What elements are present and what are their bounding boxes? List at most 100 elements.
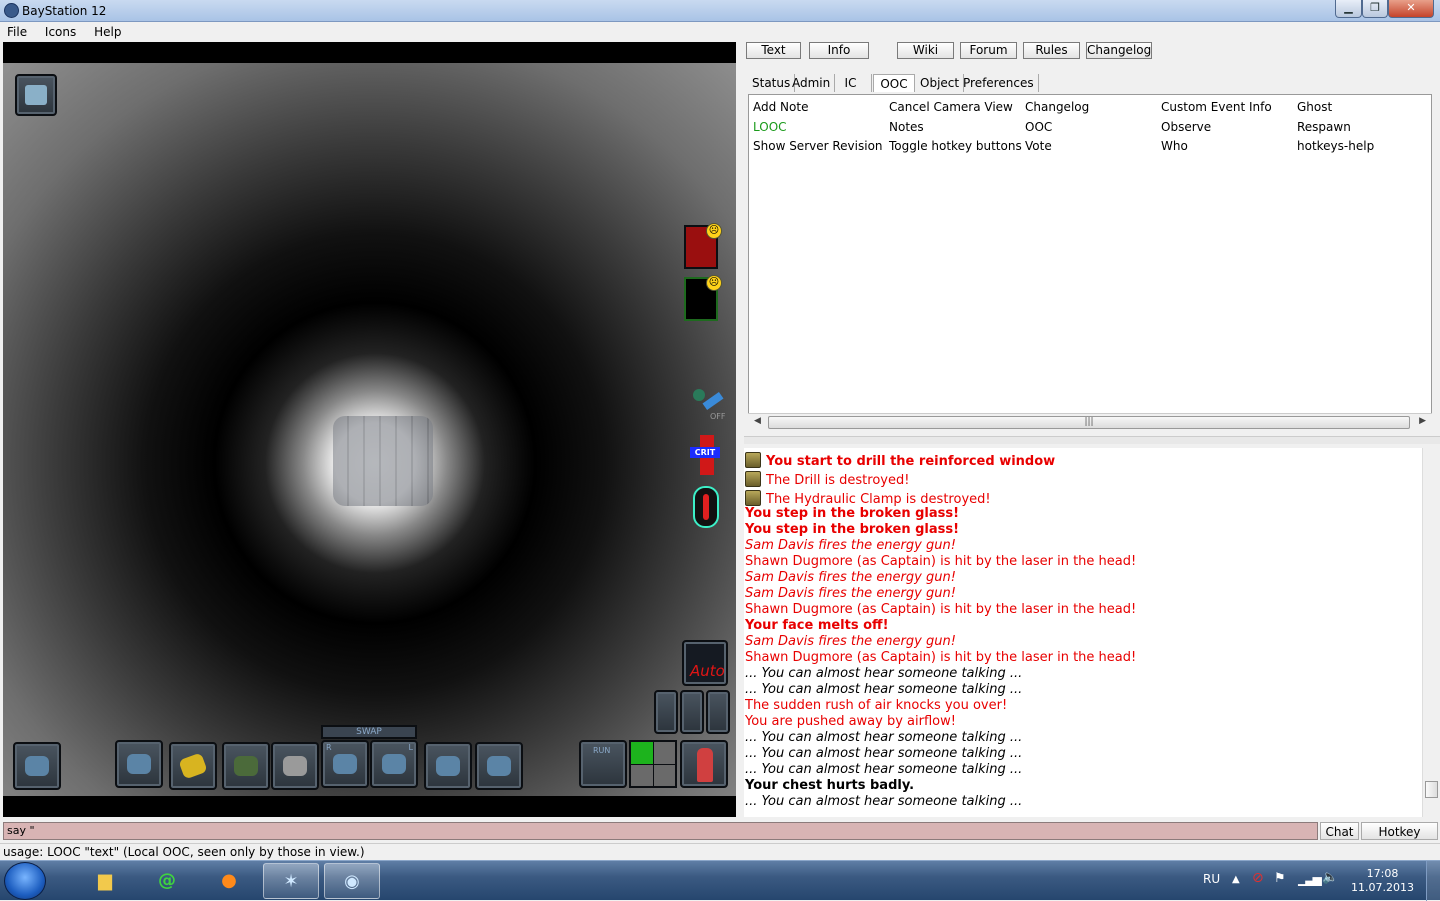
pressure-alert[interactable]: ☹: [684, 223, 722, 269]
chat-message: You step in the broken glass!: [745, 522, 959, 538]
menu-help[interactable]: Help: [87, 22, 128, 39]
toggle-inventory-button[interactable]: [13, 742, 61, 790]
hand-icon: [333, 754, 357, 774]
volume-icon[interactable]: 🔈: [1322, 870, 1338, 885]
panel-splitter[interactable]: [744, 436, 1440, 444]
chat-message-text: ... You can almost hear someone talking …: [745, 730, 1023, 745]
back-slot[interactable]: [271, 742, 319, 790]
ss13-taskbar-button[interactable]: ◉: [324, 863, 380, 899]
start-button[interactable]: [4, 862, 46, 900]
window-titlebar[interactable]: BayStation 12 ▁ ❐ ✕: [0, 0, 1440, 22]
uniform-slot[interactable]: [115, 740, 163, 788]
text-button[interactable]: Text: [746, 42, 801, 59]
chat-message-text: Shawn Dugmore (as Captain) is hit by the…: [745, 650, 1137, 665]
chat-message-text: You step in the broken glass!: [745, 522, 960, 537]
verb-toggle-hotkey-buttons[interactable]: Toggle hotkey buttons: [889, 139, 1022, 153]
sad-face-icon: ☹: [706, 275, 722, 291]
belt-slot[interactable]: [222, 742, 270, 790]
action-center-icon[interactable]: ⚑: [1274, 871, 1286, 886]
explorer-taskbar-button[interactable]: ▆: [77, 863, 133, 899]
tab-ic[interactable]: IC: [830, 74, 872, 92]
verb-ghost[interactable]: Ghost: [1297, 100, 1332, 114]
verb-panel: Add Note Cancel Camera View Changelog Cu…: [748, 94, 1432, 430]
chat-vertical-scrollbar[interactable]: [1422, 448, 1440, 817]
verb-custom-event-info[interactable]: Custom Event Info: [1161, 100, 1272, 114]
clock[interactable]: 17:08 11.07.2013: [1351, 867, 1414, 895]
chat-message: ... You can almost hear someone talking …: [745, 746, 1022, 762]
info-button[interactable]: Info: [809, 42, 869, 59]
gun-allow-item-button[interactable]: [706, 690, 730, 734]
left-pocket-slot[interactable]: [424, 742, 472, 790]
gun-allow-move-button[interactable]: [654, 690, 678, 734]
target-zone-selector[interactable]: [680, 740, 728, 788]
right-pocket-slot[interactable]: [475, 742, 523, 790]
verb-observe[interactable]: Observe: [1161, 120, 1211, 134]
hotkey-toggle-button[interactable]: Hotkey Toggle: [1361, 822, 1438, 857]
backpack-icon: [283, 756, 307, 776]
gun-allow-walk-button[interactable]: [680, 690, 704, 734]
chat-button[interactable]: Chat: [1320, 822, 1359, 840]
scroll-right-icon[interactable]: ▶: [1419, 416, 1426, 426]
language-indicator[interactable]: RU: [1203, 872, 1220, 886]
firefox-taskbar-button[interactable]: ●: [201, 863, 257, 899]
internals-mask-slot[interactable]: [15, 74, 57, 116]
close-button[interactable]: ✕: [1388, 0, 1434, 18]
menu-file[interactable]: File: [0, 22, 34, 39]
wiki-button[interactable]: Wiki: [897, 42, 954, 59]
tab-ooc[interactable]: OOC: [873, 74, 915, 92]
verb-horizontal-scrollbar[interactable]: ◀ ||| ▶: [748, 413, 1432, 430]
run-toggle[interactable]: RUN: [579, 740, 627, 788]
command-input[interactable]: say ": [3, 822, 1318, 840]
verb-add-note[interactable]: Add Note: [753, 100, 808, 114]
mech-icon: [745, 452, 761, 468]
intent-grab[interactable]: [631, 764, 653, 786]
tab-preferences[interactable]: Preferences: [959, 74, 1039, 92]
verb-hotkeys-help[interactable]: hotkeys-help: [1297, 139, 1374, 153]
tab-admin[interactable]: Admin: [788, 74, 836, 92]
forum-button[interactable]: Forum: [960, 42, 1017, 59]
verb-looc[interactable]: LOOC: [753, 120, 787, 134]
network-icon[interactable]: ▁▃▅: [1298, 872, 1322, 886]
scroll-thumb[interactable]: |||: [768, 416, 1410, 429]
verb-ooc[interactable]: OOC: [1025, 120, 1052, 134]
changelog-button[interactable]: Changelog: [1086, 42, 1152, 59]
id-slot[interactable]: [169, 742, 217, 790]
intent-selector[interactable]: [629, 740, 677, 788]
mail-agent-taskbar-button[interactable]: @: [139, 863, 195, 899]
health-doll[interactable]: CRIT: [690, 435, 724, 475]
antivirus-icon[interactable]: ⊘: [1252, 870, 1264, 886]
scroll-left-icon[interactable]: ◀: [754, 416, 761, 426]
verb-vote[interactable]: Vote: [1025, 139, 1052, 153]
minimize-button[interactable]: ▁: [1335, 0, 1362, 18]
right-hand-slot[interactable]: R: [321, 740, 369, 788]
verb-show-server-revision[interactable]: Show Server Revision: [753, 139, 883, 153]
backpack-icon: [25, 756, 49, 776]
verb-respawn[interactable]: Respawn: [1297, 120, 1351, 134]
verb-who[interactable]: Who: [1161, 139, 1188, 153]
window-title: BayStation 12: [22, 4, 107, 18]
autofire-button[interactable]: Auto: [682, 640, 728, 686]
tray-expand-icon[interactable]: ▲: [1232, 874, 1240, 885]
internals-toggle[interactable]: OFF: [691, 387, 729, 421]
game-viewport[interactable]: [3, 63, 736, 796]
verb-cancel-camera-view[interactable]: Cancel Camera View: [889, 100, 1013, 114]
intent-disarm[interactable]: [653, 742, 675, 764]
menu-icons[interactable]: Icons: [38, 22, 83, 39]
maximize-button[interactable]: ❐: [1362, 0, 1388, 18]
verb-changelog[interactable]: Changelog: [1025, 100, 1089, 114]
chat-message: ... You can almost hear someone talking …: [745, 682, 1022, 698]
byond-taskbar-button[interactable]: ✶: [263, 863, 319, 899]
pocket-icon: [436, 756, 460, 776]
scroll-thumb[interactable]: [1425, 781, 1438, 798]
intent-harm[interactable]: [653, 764, 675, 786]
left-hand-slot[interactable]: L: [370, 740, 418, 788]
verb-notes[interactable]: Notes: [889, 120, 924, 134]
oxygen-alert[interactable]: ☹: [684, 275, 722, 321]
chat-message-text: ... You can almost hear someone talking …: [745, 762, 1023, 777]
tab-object[interactable]: Object: [916, 74, 965, 92]
intent-help[interactable]: [631, 742, 653, 764]
swap-hands-button[interactable]: SWAP: [321, 725, 417, 739]
game-map[interactable]: ☹ ☹ OFF CRIT Auto SWAP R L RUN: [3, 42, 736, 817]
show-desktop-button[interactable]: [1426, 861, 1440, 901]
rules-button[interactable]: Rules: [1023, 42, 1080, 59]
